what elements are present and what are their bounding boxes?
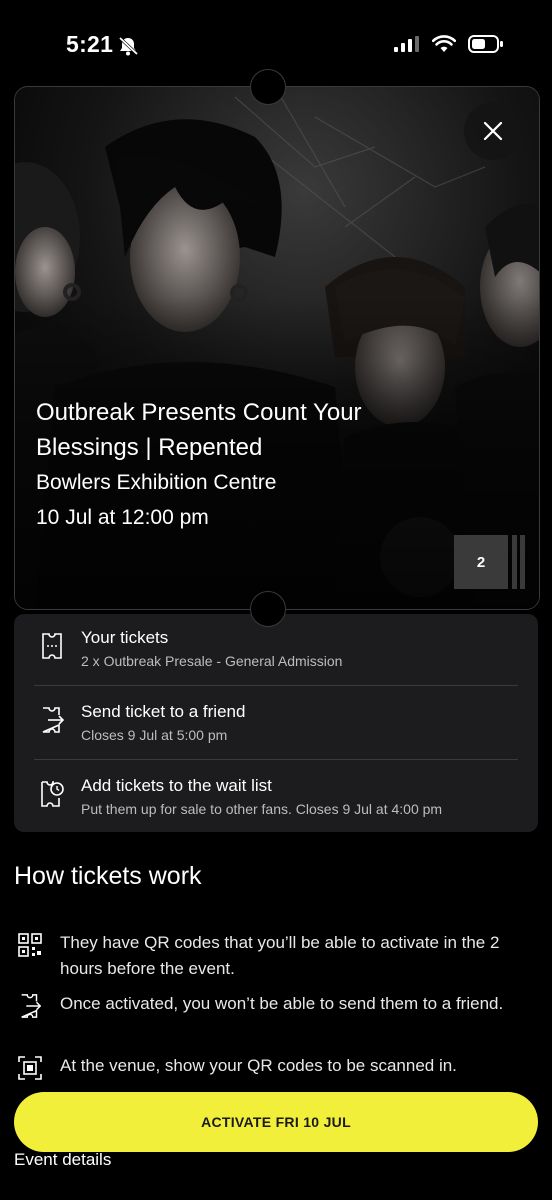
wifi-icon xyxy=(432,35,456,52)
action-title: Your tickets xyxy=(81,628,169,647)
activate-button[interactable]: ACTIVATE FRI 10 JUL xyxy=(14,1092,538,1152)
action-subtitle: 2 x Outbreak Presale - General Admission xyxy=(81,653,343,669)
how-tickets-work-heading: How tickets work xyxy=(14,862,202,890)
divider xyxy=(34,759,518,760)
event-card[interactable]: Outbreak Presents Count Your Blessings |… xyxy=(14,86,540,610)
action-subtitle: Put them up for sale to other fans. Clos… xyxy=(81,801,443,817)
event-title: Outbreak Presents Count Your Blessings |… xyxy=(36,399,362,461)
ticket-clock-icon xyxy=(41,781,64,807)
info-text: At the venue, show your QR codes to be s… xyxy=(60,1056,457,1075)
event-venue: Bowlers Exhibition Centre xyxy=(36,471,277,494)
card-notch-bottom xyxy=(250,591,286,627)
send-ticket-icon xyxy=(21,994,42,1018)
battery-icon xyxy=(468,35,503,53)
wait-list-row[interactable]: Add tickets to the wait list Put them up… xyxy=(34,762,518,835)
info-text: Once activated, you won’t be able to sen… xyxy=(60,994,504,1013)
info-item: They have QR codes that you’ll be able t… xyxy=(14,930,538,984)
qr-code-icon xyxy=(18,933,42,957)
send-ticket-icon xyxy=(42,707,64,733)
status-icons xyxy=(394,35,504,53)
ticket-stack-edge xyxy=(520,535,525,589)
bell-slash-icon xyxy=(118,36,139,56)
status-time: 5:21 xyxy=(66,31,114,57)
info-item: At the venue, show your QR codes to be s… xyxy=(14,1053,538,1085)
event-datetime: 10 Jul at 12:00 pm xyxy=(36,506,209,529)
ticket-icon xyxy=(42,633,62,659)
action-title: Add tickets to the wait list xyxy=(81,776,272,795)
ticket-actions-panel: Your tickets 2 x Outbreak Presale - Gene… xyxy=(14,614,538,832)
info-text: They have QR codes that you’ll be able t… xyxy=(60,933,500,978)
action-subtitle: Closes 9 Jul at 5:00 pm xyxy=(81,727,228,743)
divider xyxy=(34,685,518,686)
close-button[interactable] xyxy=(464,102,522,160)
action-title: Send ticket to a friend xyxy=(81,702,246,721)
ticket-stack-edge xyxy=(512,535,517,589)
event-details-link[interactable]: Event details xyxy=(14,1150,111,1170)
close-icon xyxy=(483,121,503,141)
info-item: Once activated, you won’t be able to sen… xyxy=(14,991,538,1045)
send-ticket-row[interactable]: Send ticket to a friend Closes 9 Jul at … xyxy=(34,688,518,761)
image-gradient-overlay xyxy=(15,87,539,609)
scan-qr-icon xyxy=(18,1056,42,1080)
cellular-signal-icon xyxy=(394,36,419,52)
card-notch-top xyxy=(250,69,286,105)
ticket-count-badge: 2 xyxy=(454,535,508,589)
